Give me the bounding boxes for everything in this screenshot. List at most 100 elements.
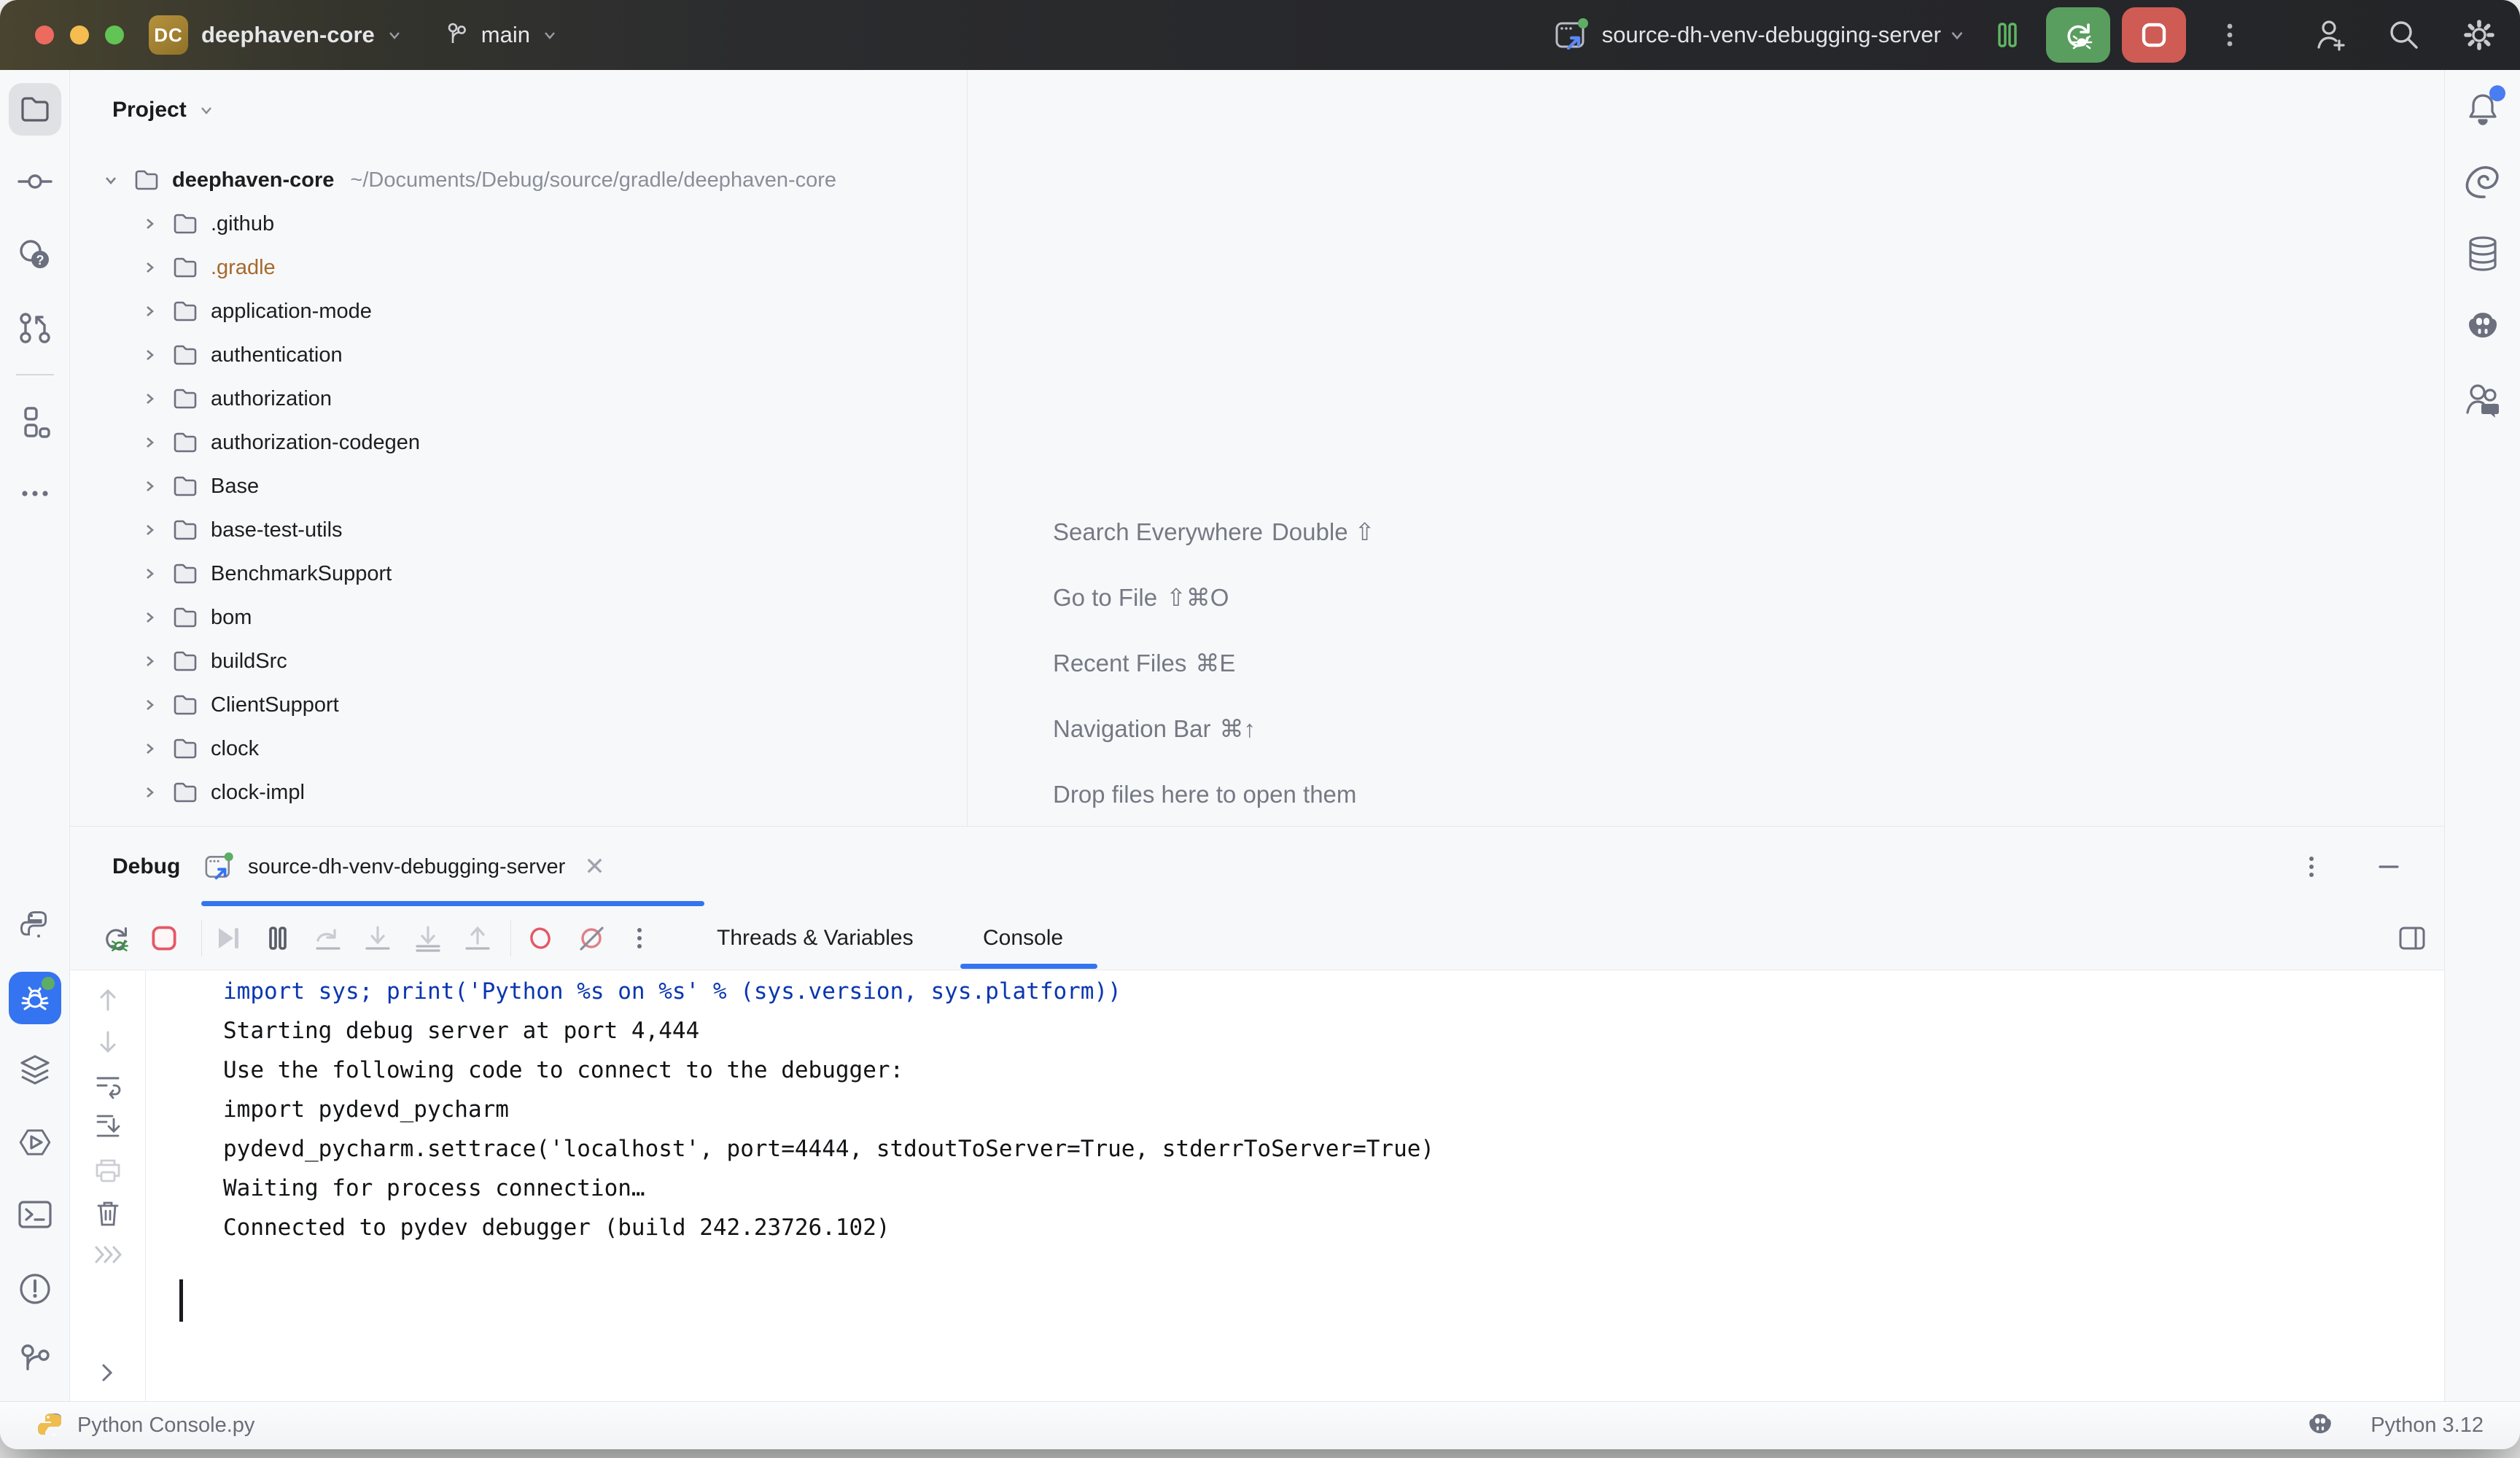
debug-tool-button[interactable] (9, 972, 61, 1024)
code-with-me-button[interactable] (2463, 381, 2502, 420)
chevron-collapsed-icon[interactable] (139, 782, 160, 803)
copilot-status-icon[interactable] (2305, 1411, 2336, 1441)
more-options-icon[interactable] (2298, 854, 2325, 880)
down-stack-frame-icon[interactable] (92, 1026, 124, 1059)
up-stack-frame-icon[interactable] (92, 983, 124, 1015)
chevron-collapsed-icon[interactable] (139, 389, 160, 409)
toolbar-more-icon[interactable] (626, 925, 653, 951)
more-actions-icon[interactable] (2215, 20, 2244, 50)
github-copilot-button[interactable] (2463, 308, 2502, 348)
commit-tool-button[interactable] (16, 163, 54, 200)
tree-row[interactable]: ClientSupport (70, 683, 967, 727)
step-into-button[interactable] (361, 921, 394, 955)
project-selector[interactable]: deephaven-core (201, 22, 404, 48)
chevron-collapsed-icon[interactable] (139, 651, 160, 671)
chevron-collapsed-icon[interactable] (139, 607, 160, 628)
view-breakpoints-button[interactable] (524, 921, 557, 955)
copilot-chat-tool-button[interactable]: ? (16, 236, 54, 274)
run-config-name[interactable]: source-dh-venv-debugging-server (1602, 22, 1941, 48)
project-panel-header[interactable]: Project (112, 85, 216, 136)
branch-selector[interactable]: main (442, 20, 559, 50)
python-console-tool-button[interactable] (17, 908, 53, 944)
pause-debug-button[interactable] (261, 921, 295, 955)
rerun-button[interactable] (98, 920, 134, 956)
stop-debug-button[interactable] (147, 921, 181, 955)
tree-row[interactable]: .gradle (70, 246, 967, 289)
tree-row[interactable]: BenchmarkSupport (70, 552, 967, 596)
chevron-collapsed-icon[interactable] (139, 564, 160, 584)
chevron-collapsed-icon[interactable] (139, 432, 160, 453)
console-prompt-chevron-icon[interactable] (93, 1358, 122, 1387)
terminal-tool-button[interactable] (16, 1196, 54, 1233)
status-interpreter[interactable]: Python 3.12 (2371, 1414, 2484, 1438)
clear-console-icon[interactable] (92, 1197, 124, 1229)
hexagon-play-icon (15, 1123, 55, 1162)
hide-tool-window-icon[interactable] (2376, 854, 2402, 880)
step-over-button[interactable] (311, 921, 345, 955)
tab-console[interactable]: Console (983, 907, 1063, 970)
settings-gear-icon[interactable] (2460, 16, 2498, 54)
tab-threads-variables[interactable]: Threads & Variables (717, 907, 914, 970)
chevron-collapsed-icon[interactable] (139, 301, 160, 321)
chevron-expanded-icon[interactable] (101, 170, 121, 190)
problems-tool-button[interactable] (16, 1270, 54, 1308)
tree-row[interactable]: Base (70, 464, 967, 508)
print-icon[interactable] (92, 1153, 124, 1185)
toolbar-divider (510, 920, 511, 956)
minimize-window-button[interactable] (70, 26, 89, 44)
chevron-collapsed-icon[interactable] (139, 738, 160, 759)
close-tab-icon[interactable]: ✕ (584, 852, 605, 881)
database-button[interactable] (2463, 234, 2502, 273)
pause-button[interactable] (1991, 18, 2024, 52)
ai-assistant-button[interactable] (2462, 161, 2503, 202)
chevron-down-icon[interactable] (1947, 25, 1967, 45)
tree-row[interactable]: application-mode (70, 289, 967, 333)
chevron-collapsed-icon[interactable] (139, 257, 160, 278)
debug-session-tab[interactable]: source-dh-venv-debugging-server ✕ (201, 827, 605, 907)
tree-row[interactable]: authentication (70, 333, 967, 377)
version-control-tool-button[interactable] (16, 1342, 54, 1380)
tree-row[interactable]: authorization (70, 377, 967, 421)
status-file-widget[interactable]: Python Console.py (36, 1411, 254, 1441)
project-tool-button[interactable] (9, 83, 61, 136)
tree-row[interactable]: base-test-utils (70, 508, 967, 552)
services-tool-button[interactable] (16, 1051, 54, 1089)
project-name: deephaven-core (201, 22, 375, 48)
pull-requests-tool-button[interactable] (16, 309, 54, 347)
notifications-button[interactable] (2463, 90, 2502, 129)
force-step-into-button[interactable] (411, 921, 445, 955)
layout-settings-icon[interactable] (2396, 922, 2428, 954)
chevron-down-icon (385, 26, 404, 44)
tree-row[interactable]: authorization-codegen (70, 421, 967, 464)
chevron-collapsed-icon[interactable] (139, 214, 160, 234)
tree-row-root[interactable]: deephaven-core ~/Documents/Debug/source/… (70, 158, 967, 202)
close-window-button[interactable] (35, 26, 54, 44)
tree-row[interactable]: clock (70, 727, 967, 771)
rerun-debug-button[interactable] (2046, 7, 2110, 63)
tree-row[interactable]: bom (70, 596, 967, 639)
step-out-button[interactable] (461, 921, 494, 955)
structure-tool-button[interactable] (17, 405, 53, 441)
chevron-collapsed-icon[interactable] (139, 520, 160, 540)
resume-button[interactable] (211, 921, 245, 955)
search-icon[interactable] (2386, 17, 2422, 53)
scroll-to-end-icon[interactable] (92, 1109, 124, 1141)
stop-button[interactable] (2122, 7, 2186, 63)
mute-breakpoints-button[interactable] (575, 921, 608, 955)
console-output[interactable]: import sys; print('Python %s on %s' % (s… (147, 970, 2444, 1401)
tree-row[interactable]: clock-impl (70, 771, 967, 814)
debug-header: Debug source-dh-venv-debugging-server ✕ (70, 827, 2444, 907)
expand-prompt-icon[interactable] (90, 1240, 125, 1269)
code-with-me-users-icon[interactable] (2311, 17, 2348, 53)
chevron-collapsed-icon[interactable] (139, 695, 160, 715)
soft-wrap-icon[interactable] (92, 1069, 124, 1101)
editor-empty-area[interactable]: Search EverywhereDouble ⇧ Go to File⇧⌘O … (968, 70, 2444, 826)
chevron-collapsed-icon[interactable] (139, 476, 160, 496)
zoom-window-button[interactable] (105, 26, 124, 44)
chevron-collapsed-icon[interactable] (139, 345, 160, 365)
tree-row[interactable]: .github (70, 202, 967, 246)
run-anything-tool-button[interactable] (15, 1123, 55, 1162)
more-tool-windows-button[interactable] (16, 475, 54, 512)
tree-row[interactable]: buildSrc (70, 639, 967, 683)
pull-requests-icon (16, 309, 54, 347)
